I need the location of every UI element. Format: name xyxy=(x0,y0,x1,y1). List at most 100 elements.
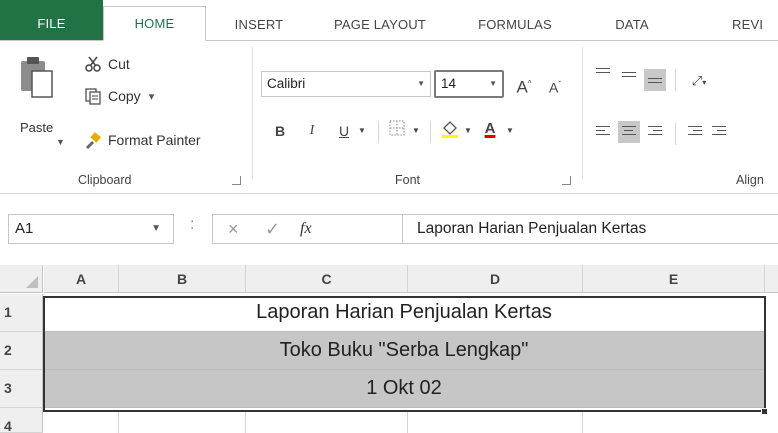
paintbrush-icon xyxy=(82,131,104,149)
select-all-triangle-icon xyxy=(26,276,38,288)
paste-icon xyxy=(21,57,53,98)
chevron-down-icon[interactable]: ▼ xyxy=(151,215,161,243)
column-header-e[interactable]: E xyxy=(583,265,765,293)
increase-indent-icon xyxy=(712,126,726,138)
tab-data[interactable]: DATA xyxy=(592,10,672,40)
shrink-font-button[interactable]: Aˇ xyxy=(544,73,566,97)
gridline xyxy=(582,410,583,433)
tab-formulas[interactable]: FORMULAS xyxy=(460,10,570,40)
orientation-button[interactable]: ⤢▾ xyxy=(684,69,714,93)
column-header-c[interactable]: C xyxy=(246,265,408,293)
align-top-icon xyxy=(596,68,610,76)
name-box[interactable]: A1 ▼ xyxy=(8,214,174,244)
fill-color-dropdown-arrow[interactable]: ▼ xyxy=(462,119,474,143)
align-right-icon xyxy=(648,126,662,138)
grow-font-button[interactable]: A^ xyxy=(512,72,536,97)
copy-button[interactable]: Copy ▾ xyxy=(82,87,154,105)
align-right-button[interactable] xyxy=(644,121,666,143)
column-header-partial[interactable] xyxy=(765,265,778,293)
underline-dropdown-arrow[interactable]: ▼ xyxy=(356,119,368,143)
font-color-dropdown-arrow[interactable]: ▼ xyxy=(504,119,516,143)
format-painter-button[interactable]: Format Painter xyxy=(82,131,201,149)
align-center-button[interactable] xyxy=(618,121,640,143)
align-center-icon xyxy=(622,126,636,138)
row-header-4[interactable]: 4 xyxy=(0,408,43,433)
paste-button[interactable]: Paste ▼ xyxy=(18,53,68,153)
insert-function-icon[interactable]: fx xyxy=(300,214,312,244)
row-header-3[interactable]: 3 xyxy=(0,370,43,408)
font-name-combo[interactable]: Calibri ▼ xyxy=(261,71,431,97)
worksheet-grid: A B C D E 1 2 3 4 Laporan Harian Penjual… xyxy=(0,265,778,433)
font-color-letter: A xyxy=(484,120,496,137)
paste-label: Paste xyxy=(20,120,54,135)
enter-icon[interactable]: ✓ xyxy=(265,214,280,244)
align-left-button[interactable] xyxy=(592,121,614,143)
format-painter-label: Format Painter xyxy=(108,132,201,148)
toolbar-separator xyxy=(378,121,379,143)
clipboard-dialog-launcher-icon[interactable] xyxy=(232,176,241,185)
fill-color-button[interactable] xyxy=(438,119,462,143)
group-divider xyxy=(252,47,253,179)
tab-insert[interactable]: INSERT xyxy=(219,10,299,40)
font-dialog-launcher-icon[interactable] xyxy=(562,176,571,185)
chevron-down-icon: ▼ xyxy=(417,79,425,88)
gridline xyxy=(118,410,119,433)
tab-file[interactable]: FILE xyxy=(0,0,103,40)
row-header-2[interactable]: 2 xyxy=(0,332,43,370)
cut-button[interactable]: Cut xyxy=(82,55,130,73)
formula-input[interactable]: Laporan Harian Penjualan Kertas xyxy=(402,214,778,244)
merged-cell-a3-e3[interactable]: 1 Okt 02 xyxy=(44,370,764,408)
borders-button[interactable] xyxy=(386,119,408,143)
formula-bar-grip[interactable]: : xyxy=(190,216,194,234)
font-size-value: 14 xyxy=(441,76,457,91)
clipboard-group-label: Clipboard xyxy=(78,173,132,187)
align-top-button[interactable] xyxy=(592,63,614,85)
column-header-b[interactable]: B xyxy=(119,265,246,293)
align-bottom-icon xyxy=(648,78,662,86)
cancel-icon[interactable]: × xyxy=(228,214,239,244)
gridline xyxy=(245,410,246,433)
toolbar-separator xyxy=(675,69,676,91)
align-middle-icon xyxy=(622,72,636,80)
font-color-button[interactable]: A xyxy=(478,117,502,141)
tab-page-layout[interactable]: PAGE LAYOUT xyxy=(320,10,440,40)
shrink-font-label: A xyxy=(548,79,559,96)
caret-down-icon: ˇ xyxy=(558,80,561,89)
copy-icon xyxy=(82,87,104,105)
paste-dropdown-arrow[interactable]: ▼ xyxy=(56,137,65,147)
tab-home[interactable]: HOME xyxy=(103,6,206,41)
text-orientation-icon: ⤢ xyxy=(691,73,703,88)
decrease-indent-icon xyxy=(688,126,702,138)
align-left-icon xyxy=(596,126,610,138)
font-name-value: Calibri xyxy=(267,76,306,91)
font-size-combo[interactable]: 14 ▼ xyxy=(434,70,504,98)
orientation-dropdown-arrow: ▾ xyxy=(702,78,707,87)
cut-label: Cut xyxy=(108,56,130,72)
tab-review[interactable]: REVI xyxy=(712,10,778,40)
column-header-d[interactable]: D xyxy=(408,265,583,293)
ribbon-tab-bar: FILE HOME INSERT PAGE LAYOUT FORMULAS DA… xyxy=(0,0,778,41)
merged-cell-a2-e2[interactable]: Toko Buku "Serba Lengkap" xyxy=(44,332,764,370)
merged-cell-a1-e1[interactable]: Laporan Harian Penjualan Kertas xyxy=(44,294,764,332)
bold-button[interactable]: B xyxy=(270,119,290,143)
align-bottom-button[interactable] xyxy=(644,69,666,91)
increase-indent-button[interactable] xyxy=(708,121,730,143)
underline-button[interactable]: U xyxy=(334,119,354,143)
formula-bar-area: A1 ▼ : × ✓ fx Laporan Harian Penjualan K… xyxy=(0,193,778,265)
borders-dropdown-arrow[interactable]: ▼ xyxy=(410,119,422,143)
column-header-a[interactable]: A xyxy=(44,265,119,293)
decrease-indent-button[interactable] xyxy=(684,121,706,143)
italic-button[interactable]: I xyxy=(302,119,322,143)
alignment-group-label: Align xyxy=(736,173,764,187)
select-all-button[interactable] xyxy=(0,265,43,293)
group-divider xyxy=(582,47,583,179)
copy-label: Copy xyxy=(108,88,141,104)
gridline xyxy=(407,410,408,433)
name-box-value: A1 xyxy=(15,220,34,237)
toolbar-separator xyxy=(430,121,431,143)
fill-handle[interactable] xyxy=(761,408,768,415)
grow-font-label: A xyxy=(516,77,528,97)
row-header-1[interactable]: 1 xyxy=(0,294,43,332)
copy-dropdown-arrow[interactable]: ▾ xyxy=(149,90,155,103)
align-middle-button[interactable] xyxy=(618,67,640,89)
